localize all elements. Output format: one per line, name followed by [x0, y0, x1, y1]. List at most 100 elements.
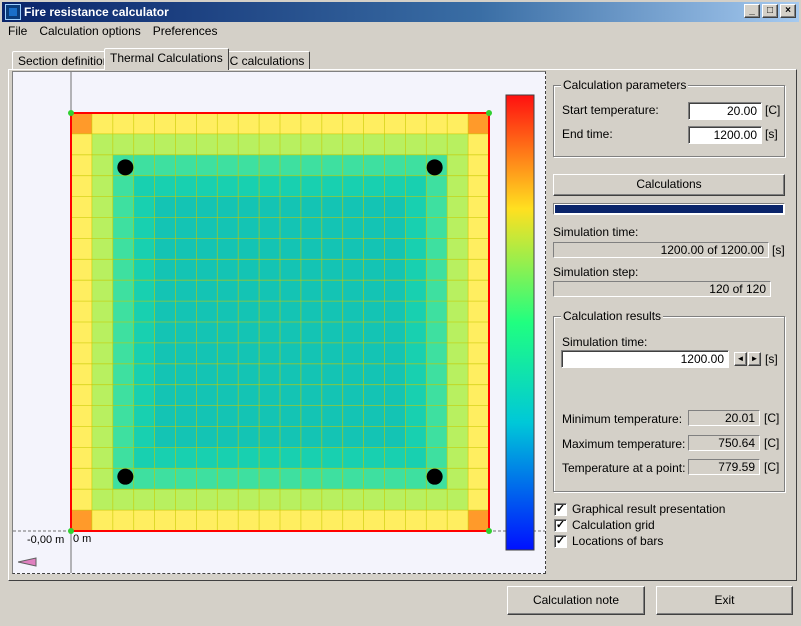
temperature-cell — [217, 363, 239, 385]
temperature-cell — [217, 280, 239, 302]
thermal-canvas[interactable]: 0 m -0,00 m — [12, 71, 546, 574]
exit-button[interactable]: Exit — [656, 586, 793, 615]
temperature-cell — [280, 154, 302, 176]
minimize-button[interactable]: _ — [744, 4, 760, 18]
menu-preferences[interactable]: Preferences — [147, 22, 224, 40]
temperature-cell — [112, 384, 134, 406]
time-step-back-button[interactable]: ◄ — [734, 352, 747, 366]
temperature-cell — [363, 217, 385, 239]
temperature-cell — [280, 405, 302, 427]
temperature-cell — [321, 259, 343, 281]
point-temperature-value: 779.59 — [688, 459, 760, 475]
calculation-grid-checkbox[interactable]: ✓ — [554, 519, 567, 532]
temperature-cell — [217, 489, 239, 511]
results-simulation-time-input[interactable]: 1200.00 — [561, 350, 729, 368]
temperature-cell — [447, 301, 469, 323]
temperature-cell — [71, 489, 93, 511]
temperature-cell — [405, 217, 427, 239]
temperature-cell — [405, 238, 427, 260]
temperature-cell — [384, 363, 406, 385]
temperature-cell — [300, 489, 323, 511]
temperature-cell — [71, 175, 93, 197]
temperature-cell — [384, 301, 406, 323]
temperature-cell — [280, 280, 302, 302]
temperature-cell — [133, 405, 155, 427]
tab-rc-calculations[interactable]: RC calculations — [215, 51, 311, 69]
maximum-temperature-label: Maximum temperature: — [562, 437, 686, 451]
temperature-cell — [238, 217, 260, 239]
temperature-cell — [91, 468, 114, 490]
temperature-cell — [447, 510, 469, 532]
temperature-cell — [91, 489, 114, 511]
temperature-cell — [384, 384, 406, 406]
temperature-cell — [217, 510, 239, 532]
temperature-cell — [426, 405, 448, 427]
temperature-cell — [259, 217, 281, 239]
temperature-cell — [112, 113, 134, 135]
temperature-cell — [196, 280, 218, 302]
temperature-cell — [405, 301, 427, 323]
temperature-cell — [384, 217, 406, 239]
temperature-cell — [259, 363, 281, 385]
menu-calculation-options[interactable]: Calculation options — [33, 22, 146, 40]
calculations-button[interactable]: Calculations — [553, 174, 785, 196]
tab-section-definition[interactable]: Section definition — [12, 51, 116, 69]
temperature-cell — [300, 322, 323, 344]
temperature-cell — [363, 468, 385, 490]
temperature-cell — [196, 363, 218, 385]
temperature-cell — [468, 301, 490, 323]
start-temperature-input[interactable]: 20.00 — [688, 102, 762, 120]
temperature-cell — [321, 384, 343, 406]
calculation-note-button[interactable]: Calculation note — [507, 586, 645, 615]
temperature-cell — [363, 322, 385, 344]
temperature-cell — [426, 238, 448, 260]
title-bar[interactable]: Fire resistance calculator _ □ × — [2, 2, 799, 22]
simulation-step-value: 120 of 120 — [553, 281, 771, 297]
time-step-forward-button[interactable]: ► — [748, 352, 761, 366]
end-time-input[interactable]: 1200.00 — [688, 126, 762, 144]
temperature-cell — [342, 426, 364, 448]
temperature-cell — [468, 405, 490, 427]
temperature-cell — [112, 133, 134, 156]
temperature-cell — [217, 384, 239, 406]
temperature-cell — [133, 301, 155, 323]
temperature-cell — [217, 154, 239, 176]
temperature-cell — [259, 196, 281, 218]
temperature-cell — [154, 196, 176, 218]
y-origin-label: -0,00 m — [27, 534, 65, 546]
maximize-button[interactable]: □ — [762, 4, 778, 18]
temperature-cell — [112, 447, 134, 469]
temperature-cell — [363, 405, 385, 427]
temperature-cell — [133, 217, 155, 239]
minimum-temperature-unit: [C] — [764, 411, 780, 425]
temperature-cell — [259, 468, 281, 490]
temperature-cell — [300, 154, 323, 176]
section-vertex — [486, 528, 492, 534]
temperature-cell — [154, 259, 176, 281]
temperature-cell — [133, 196, 155, 218]
temperature-cell — [91, 510, 114, 532]
temperature-cell — [217, 238, 239, 260]
temperature-cell — [280, 113, 302, 135]
temperature-cell — [363, 342, 385, 365]
temperature-cell — [468, 384, 490, 406]
temperature-cell — [405, 259, 427, 281]
temperature-cell — [342, 196, 364, 218]
temperature-cell — [91, 322, 114, 344]
menu-file[interactable]: File — [2, 22, 33, 40]
temperature-cell — [300, 217, 323, 239]
temperature-cell — [196, 259, 218, 281]
temperature-cell — [468, 175, 490, 197]
temperature-cell — [112, 238, 134, 260]
close-button[interactable]: × — [780, 4, 796, 18]
temperature-cell — [447, 489, 469, 511]
temperature-cell — [447, 468, 469, 490]
temperature-cell — [217, 342, 239, 365]
temperature-cell — [238, 280, 260, 302]
tab-thermal-calculations[interactable]: Thermal Calculations — [104, 48, 229, 70]
simulation-time-label: Simulation time: — [553, 225, 639, 239]
bar-locations-checkbox[interactable]: ✓ — [554, 535, 567, 548]
graphical-result-checkbox[interactable]: ✓ — [554, 503, 567, 516]
temperature-cell — [468, 154, 490, 176]
temperature-cell — [280, 301, 302, 323]
